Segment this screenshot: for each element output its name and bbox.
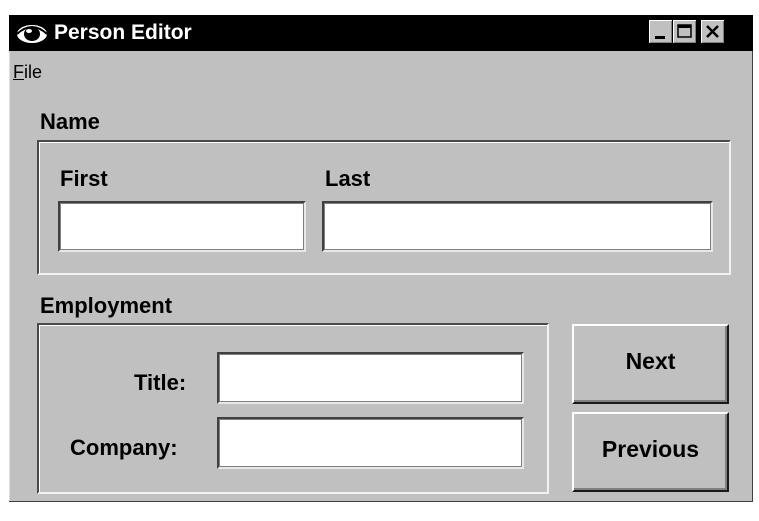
maximize-icon bbox=[677, 24, 692, 38]
last-name-field[interactable] bbox=[322, 201, 713, 252]
close-button[interactable] bbox=[701, 20, 725, 44]
close-icon bbox=[706, 25, 719, 38]
last-name-label: Last bbox=[325, 166, 371, 191]
employment-group-label: Employment bbox=[40, 293, 173, 318]
title-label: Title: bbox=[134, 370, 187, 395]
menu-bar: File bbox=[9, 51, 753, 85]
minimize-icon bbox=[655, 36, 665, 39]
title-bar[interactable]: Person Editor bbox=[9, 15, 753, 51]
maximize-button[interactable] bbox=[673, 20, 697, 44]
minimize-button[interactable] bbox=[649, 20, 673, 44]
eye-icon bbox=[16, 25, 48, 43]
menu-file[interactable]: File bbox=[13, 61, 42, 83]
company-label: Company: bbox=[70, 435, 178, 460]
next-button[interactable]: Next bbox=[572, 324, 729, 404]
first-name-label: First bbox=[60, 166, 108, 191]
person-editor-window: Person Editor File Name First Last Emplo… bbox=[9, 15, 753, 502]
window-title: Person Editor bbox=[54, 21, 192, 44]
first-name-field[interactable] bbox=[58, 201, 306, 252]
title-field[interactable] bbox=[217, 352, 524, 404]
previous-button[interactable]: Previous bbox=[572, 412, 729, 492]
company-field[interactable] bbox=[217, 417, 524, 469]
name-group-label: Name bbox=[40, 109, 100, 134]
